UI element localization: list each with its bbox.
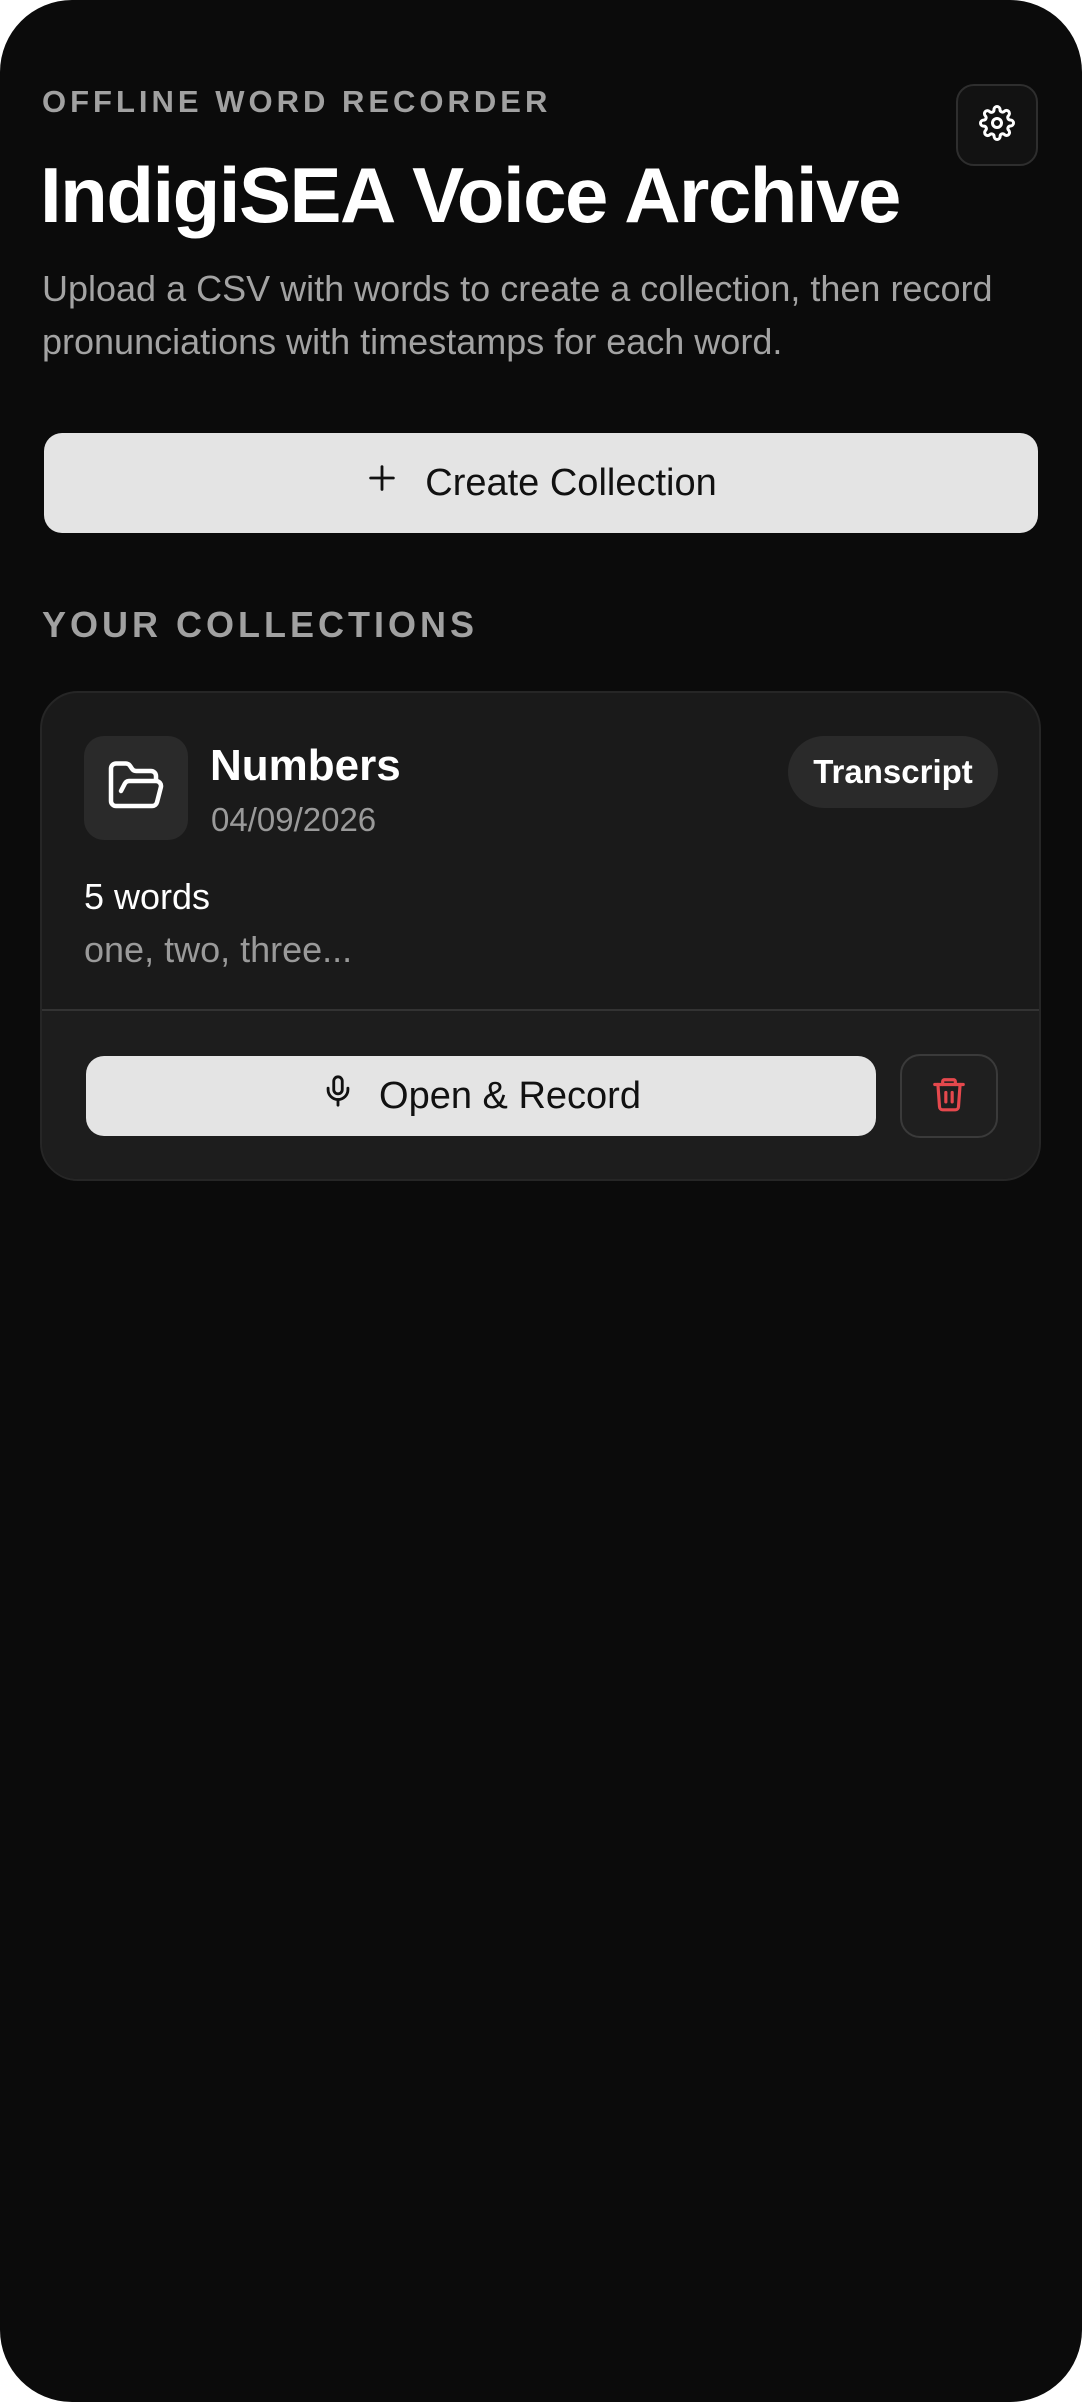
folder-open-icon (106, 756, 166, 821)
collection-card[interactable]: Numbers 04/09/2026 Transcript 5 words on… (40, 691, 1041, 1181)
app-eyebrow: OFFLINE WORD RECORDER (42, 84, 552, 119)
word-count: 5 words (84, 876, 211, 917)
open-record-label: Open & Record (379, 1074, 641, 1117)
open-record-button[interactable]: Open & Record (86, 1056, 876, 1136)
page-title: IndigiSEA Voice Archive (40, 151, 901, 239)
transcript-button[interactable]: Transcript (788, 736, 998, 808)
app-screen: OFFLINE WORD RECORDER IndigiSEA Voice Ar… (0, 0, 1082, 2402)
settings-button[interactable] (956, 84, 1038, 166)
word-preview: one, two, three... (84, 929, 353, 970)
collections-section-title: YOUR COLLECTIONS (42, 604, 479, 645)
collection-name: Numbers (210, 741, 401, 790)
page-subtitle: Upload a CSV with words to create a coll… (42, 268, 993, 362)
create-collection-label: Create Collection (425, 461, 717, 504)
gear-icon (979, 104, 1015, 146)
collection-date: 04/09/2026 (211, 801, 377, 838)
collection-icon-tile (84, 736, 188, 840)
microphone-icon (321, 1072, 355, 1120)
plus-icon (365, 461, 399, 505)
create-collection-button[interactable]: Create Collection (44, 433, 1038, 533)
trash-icon (930, 1074, 968, 1119)
delete-collection-button[interactable] (900, 1054, 998, 1138)
